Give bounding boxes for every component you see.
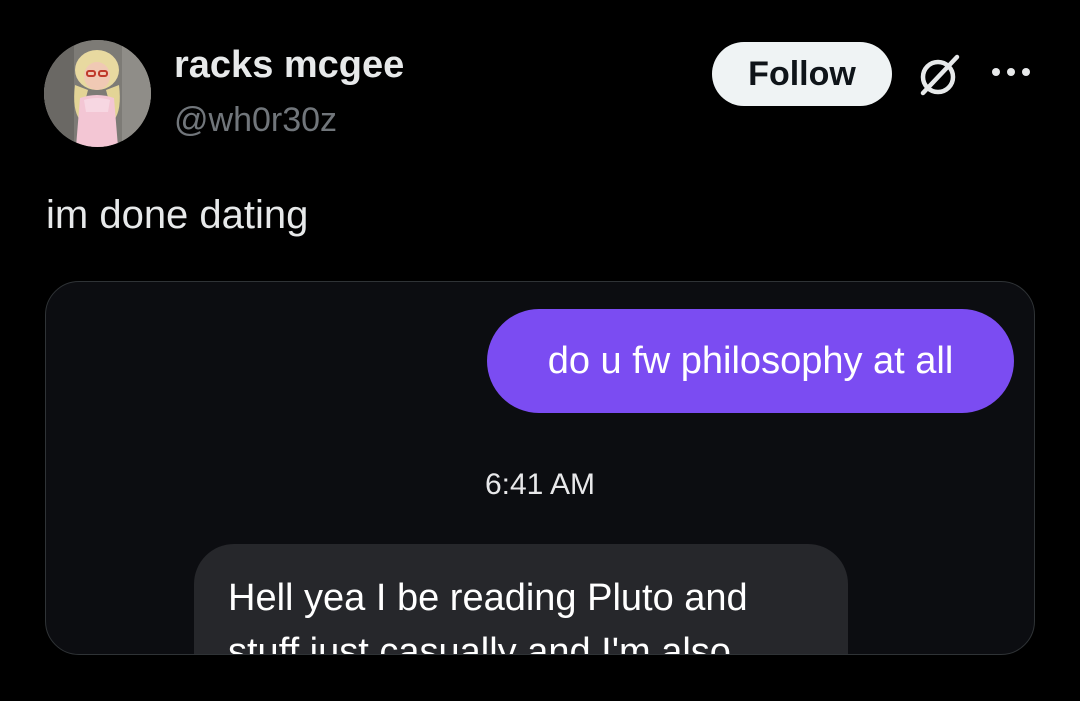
author-display-name[interactable]: racks mcgee — [174, 44, 404, 87]
received-message-bubble: Hell yea I be reading Pluto and stuff ju… — [194, 544, 848, 655]
tweet-media-screenshot[interactable]: do u fw philosophy at all 6:41 AM Hell y… — [45, 281, 1035, 655]
avatar[interactable] — [44, 40, 151, 147]
author-handle[interactable]: @wh0r30z — [174, 101, 337, 140]
received-message-line: Hell yea I be reading Pluto and — [228, 577, 748, 619]
received-message-line: stuff just casually and I'm also — [228, 631, 731, 655]
follow-button[interactable]: Follow — [712, 42, 892, 106]
tweet-text: im done dating — [46, 193, 309, 237]
message-timestamp: 6:41 AM — [484, 468, 596, 501]
more-dots-icon[interactable] — [990, 64, 1032, 80]
grok-icon[interactable] — [914, 50, 964, 100]
sent-message-bubble: do u fw philosophy at all — [487, 309, 1014, 413]
